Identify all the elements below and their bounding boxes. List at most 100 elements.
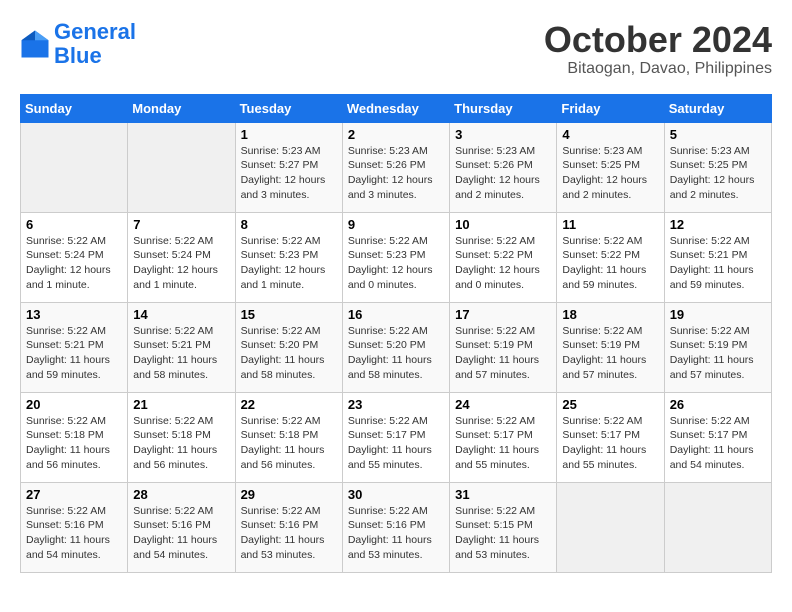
day-info: Sunrise: 5:22 AM Sunset: 5:17 PM Dayligh… bbox=[455, 414, 551, 473]
day-info: Sunrise: 5:23 AM Sunset: 5:26 PM Dayligh… bbox=[348, 144, 444, 203]
day-number: 29 bbox=[241, 487, 337, 502]
day-info: Sunrise: 5:22 AM Sunset: 5:22 PM Dayligh… bbox=[562, 234, 658, 293]
calendar-cell: 7 Sunrise: 5:22 AM Sunset: 5:24 PM Daylig… bbox=[128, 212, 235, 302]
day-info: Sunrise: 5:22 AM Sunset: 5:21 PM Dayligh… bbox=[26, 324, 122, 383]
day-number: 23 bbox=[348, 397, 444, 412]
calendar-cell: 17Sunrise: 5:22 AM Sunset: 5:19 PM Dayli… bbox=[450, 302, 557, 392]
title-block: October 2024 Bitaogan, Davao, Philippine… bbox=[544, 20, 772, 78]
weekday-header: Sunday bbox=[21, 94, 128, 122]
day-number: 20 bbox=[26, 397, 122, 412]
day-number: 25 bbox=[562, 397, 658, 412]
calendar-week-row: 6 Sunrise: 5:22 AM Sunset: 5:24 PM Daylig… bbox=[21, 212, 772, 302]
day-number: 4 bbox=[562, 127, 658, 142]
logo-text: General Blue bbox=[54, 20, 136, 68]
day-info: Sunrise: 5:22 AM Sunset: 5:23 PM Dayligh… bbox=[348, 234, 444, 293]
calendar-body: 1 Sunrise: 5:23 AM Sunset: 5:27 PM Daylig… bbox=[21, 122, 772, 572]
calendar-cell: 24 Sunrise: 5:22 AM Sunset: 5:17 PM Dayli… bbox=[450, 392, 557, 482]
calendar-cell: 29 Sunrise: 5:22 AM Sunset: 5:16 PM Dayli… bbox=[235, 482, 342, 572]
day-info: Sunrise: 5:22 AM Sunset: 5:18 PM Dayligh… bbox=[26, 414, 122, 473]
day-number: 31 bbox=[455, 487, 551, 502]
day-info: Sunrise: 5:22 AM Sunset: 5:23 PM Dayligh… bbox=[241, 234, 337, 293]
calendar-week-row: 27Sunrise: 5:22 AM Sunset: 5:16 PM Dayli… bbox=[21, 482, 772, 572]
weekday-header: Thursday bbox=[450, 94, 557, 122]
day-number: 21 bbox=[133, 397, 229, 412]
day-info: Sunrise: 5:22 AM Sunset: 5:17 PM Dayligh… bbox=[348, 414, 444, 473]
calendar-table: SundayMondayTuesdayWednesdayThursdayFrid… bbox=[20, 94, 772, 573]
calendar-cell: 20 Sunrise: 5:22 AM Sunset: 5:18 PM Dayli… bbox=[21, 392, 128, 482]
day-info: Sunrise: 5:22 AM Sunset: 5:24 PM Dayligh… bbox=[26, 234, 122, 293]
day-number: 15 bbox=[241, 307, 337, 322]
day-info: Sunrise: 5:22 AM Sunset: 5:21 PM Dayligh… bbox=[133, 324, 229, 383]
calendar-week-row: 20 Sunrise: 5:22 AM Sunset: 5:18 PM Dayli… bbox=[21, 392, 772, 482]
day-info: Sunrise: 5:22 AM Sunset: 5:18 PM Dayligh… bbox=[133, 414, 229, 473]
calendar-cell: 3 Sunrise: 5:23 AM Sunset: 5:26 PM Daylig… bbox=[450, 122, 557, 212]
calendar-cell: 13 Sunrise: 5:22 AM Sunset: 5:21 PM Dayli… bbox=[21, 302, 128, 392]
logo-line2: Blue bbox=[54, 43, 102, 68]
day-info: Sunrise: 5:22 AM Sunset: 5:17 PM Dayligh… bbox=[670, 414, 766, 473]
day-info: Sunrise: 5:22 AM Sunset: 5:16 PM Dayligh… bbox=[241, 504, 337, 563]
day-info: Sunrise: 5:22 AM Sunset: 5:20 PM Dayligh… bbox=[348, 324, 444, 383]
day-info: Sunrise: 5:22 AM Sunset: 5:19 PM Dayligh… bbox=[670, 324, 766, 383]
calendar-cell: 11 Sunrise: 5:22 AM Sunset: 5:22 PM Dayli… bbox=[557, 212, 664, 302]
calendar-cell: 15 Sunrise: 5:22 AM Sunset: 5:20 PM Dayli… bbox=[235, 302, 342, 392]
calendar-cell: 2 Sunrise: 5:23 AM Sunset: 5:26 PM Daylig… bbox=[342, 122, 449, 212]
day-number: 24 bbox=[455, 397, 551, 412]
day-number: 7 bbox=[133, 217, 229, 232]
calendar-cell: 10Sunrise: 5:22 AM Sunset: 5:22 PM Dayli… bbox=[450, 212, 557, 302]
calendar-cell: 14 Sunrise: 5:22 AM Sunset: 5:21 PM Dayli… bbox=[128, 302, 235, 392]
day-number: 28 bbox=[133, 487, 229, 502]
day-info: Sunrise: 5:22 AM Sunset: 5:21 PM Dayligh… bbox=[670, 234, 766, 293]
calendar-cell: 8Sunrise: 5:22 AM Sunset: 5:23 PM Daylig… bbox=[235, 212, 342, 302]
day-number: 14 bbox=[133, 307, 229, 322]
day-number: 6 bbox=[26, 217, 122, 232]
day-info: Sunrise: 5:23 AM Sunset: 5:27 PM Dayligh… bbox=[241, 144, 337, 203]
weekday-header: Saturday bbox=[664, 94, 771, 122]
calendar-cell bbox=[557, 482, 664, 572]
day-number: 26 bbox=[670, 397, 766, 412]
calendar-cell: 1 Sunrise: 5:23 AM Sunset: 5:27 PM Daylig… bbox=[235, 122, 342, 212]
day-info: Sunrise: 5:22 AM Sunset: 5:24 PM Dayligh… bbox=[133, 234, 229, 293]
calendar-week-row: 13 Sunrise: 5:22 AM Sunset: 5:21 PM Dayli… bbox=[21, 302, 772, 392]
logo-line1: General bbox=[54, 19, 136, 44]
calendar-week-row: 1 Sunrise: 5:23 AM Sunset: 5:27 PM Daylig… bbox=[21, 122, 772, 212]
day-number: 11 bbox=[562, 217, 658, 232]
calendar-cell: 4 Sunrise: 5:23 AM Sunset: 5:25 PM Daylig… bbox=[557, 122, 664, 212]
day-number: 18 bbox=[562, 307, 658, 322]
day-number: 13 bbox=[26, 307, 122, 322]
day-number: 1 bbox=[241, 127, 337, 142]
weekday-header: Tuesday bbox=[235, 94, 342, 122]
calendar-cell: 6 Sunrise: 5:22 AM Sunset: 5:24 PM Daylig… bbox=[21, 212, 128, 302]
day-info: Sunrise: 5:22 AM Sunset: 5:16 PM Dayligh… bbox=[26, 504, 122, 563]
day-number: 16 bbox=[348, 307, 444, 322]
month-title: October 2024 bbox=[544, 20, 772, 60]
calendar-cell: 12Sunrise: 5:22 AM Sunset: 5:21 PM Dayli… bbox=[664, 212, 771, 302]
day-info: Sunrise: 5:22 AM Sunset: 5:15 PM Dayligh… bbox=[455, 504, 551, 563]
calendar-cell: 23 Sunrise: 5:22 AM Sunset: 5:17 PM Dayli… bbox=[342, 392, 449, 482]
day-number: 19 bbox=[670, 307, 766, 322]
day-info: Sunrise: 5:23 AM Sunset: 5:26 PM Dayligh… bbox=[455, 144, 551, 203]
day-info: Sunrise: 5:22 AM Sunset: 5:19 PM Dayligh… bbox=[562, 324, 658, 383]
calendar-cell bbox=[128, 122, 235, 212]
calendar-cell: 16 Sunrise: 5:22 AM Sunset: 5:20 PM Dayli… bbox=[342, 302, 449, 392]
weekday-header: Friday bbox=[557, 94, 664, 122]
day-info: Sunrise: 5:22 AM Sunset: 5:16 PM Dayligh… bbox=[133, 504, 229, 563]
day-number: 5 bbox=[670, 127, 766, 142]
day-info: Sunrise: 5:22 AM Sunset: 5:20 PM Dayligh… bbox=[241, 324, 337, 383]
calendar-cell: 28 Sunrise: 5:22 AM Sunset: 5:16 PM Dayli… bbox=[128, 482, 235, 572]
calendar-cell bbox=[664, 482, 771, 572]
day-info: Sunrise: 5:23 AM Sunset: 5:25 PM Dayligh… bbox=[562, 144, 658, 203]
day-number: 3 bbox=[455, 127, 551, 142]
calendar-cell: 18 Sunrise: 5:22 AM Sunset: 5:19 PM Dayli… bbox=[557, 302, 664, 392]
day-info: Sunrise: 5:23 AM Sunset: 5:25 PM Dayligh… bbox=[670, 144, 766, 203]
day-info: Sunrise: 5:22 AM Sunset: 5:17 PM Dayligh… bbox=[562, 414, 658, 473]
logo-icon bbox=[20, 29, 50, 59]
calendar-cell: 22Sunrise: 5:22 AM Sunset: 5:18 PM Dayli… bbox=[235, 392, 342, 482]
day-info: Sunrise: 5:22 AM Sunset: 5:16 PM Dayligh… bbox=[348, 504, 444, 563]
calendar-cell: 5 Sunrise: 5:23 AM Sunset: 5:25 PM Daylig… bbox=[664, 122, 771, 212]
day-number: 2 bbox=[348, 127, 444, 142]
calendar-cell: 31 Sunrise: 5:22 AM Sunset: 5:15 PM Dayli… bbox=[450, 482, 557, 572]
location: Bitaogan, Davao, Philippines bbox=[544, 60, 772, 78]
day-number: 10 bbox=[455, 217, 551, 232]
calendar-cell bbox=[21, 122, 128, 212]
calendar-cell: 30Sunrise: 5:22 AM Sunset: 5:16 PM Dayli… bbox=[342, 482, 449, 572]
